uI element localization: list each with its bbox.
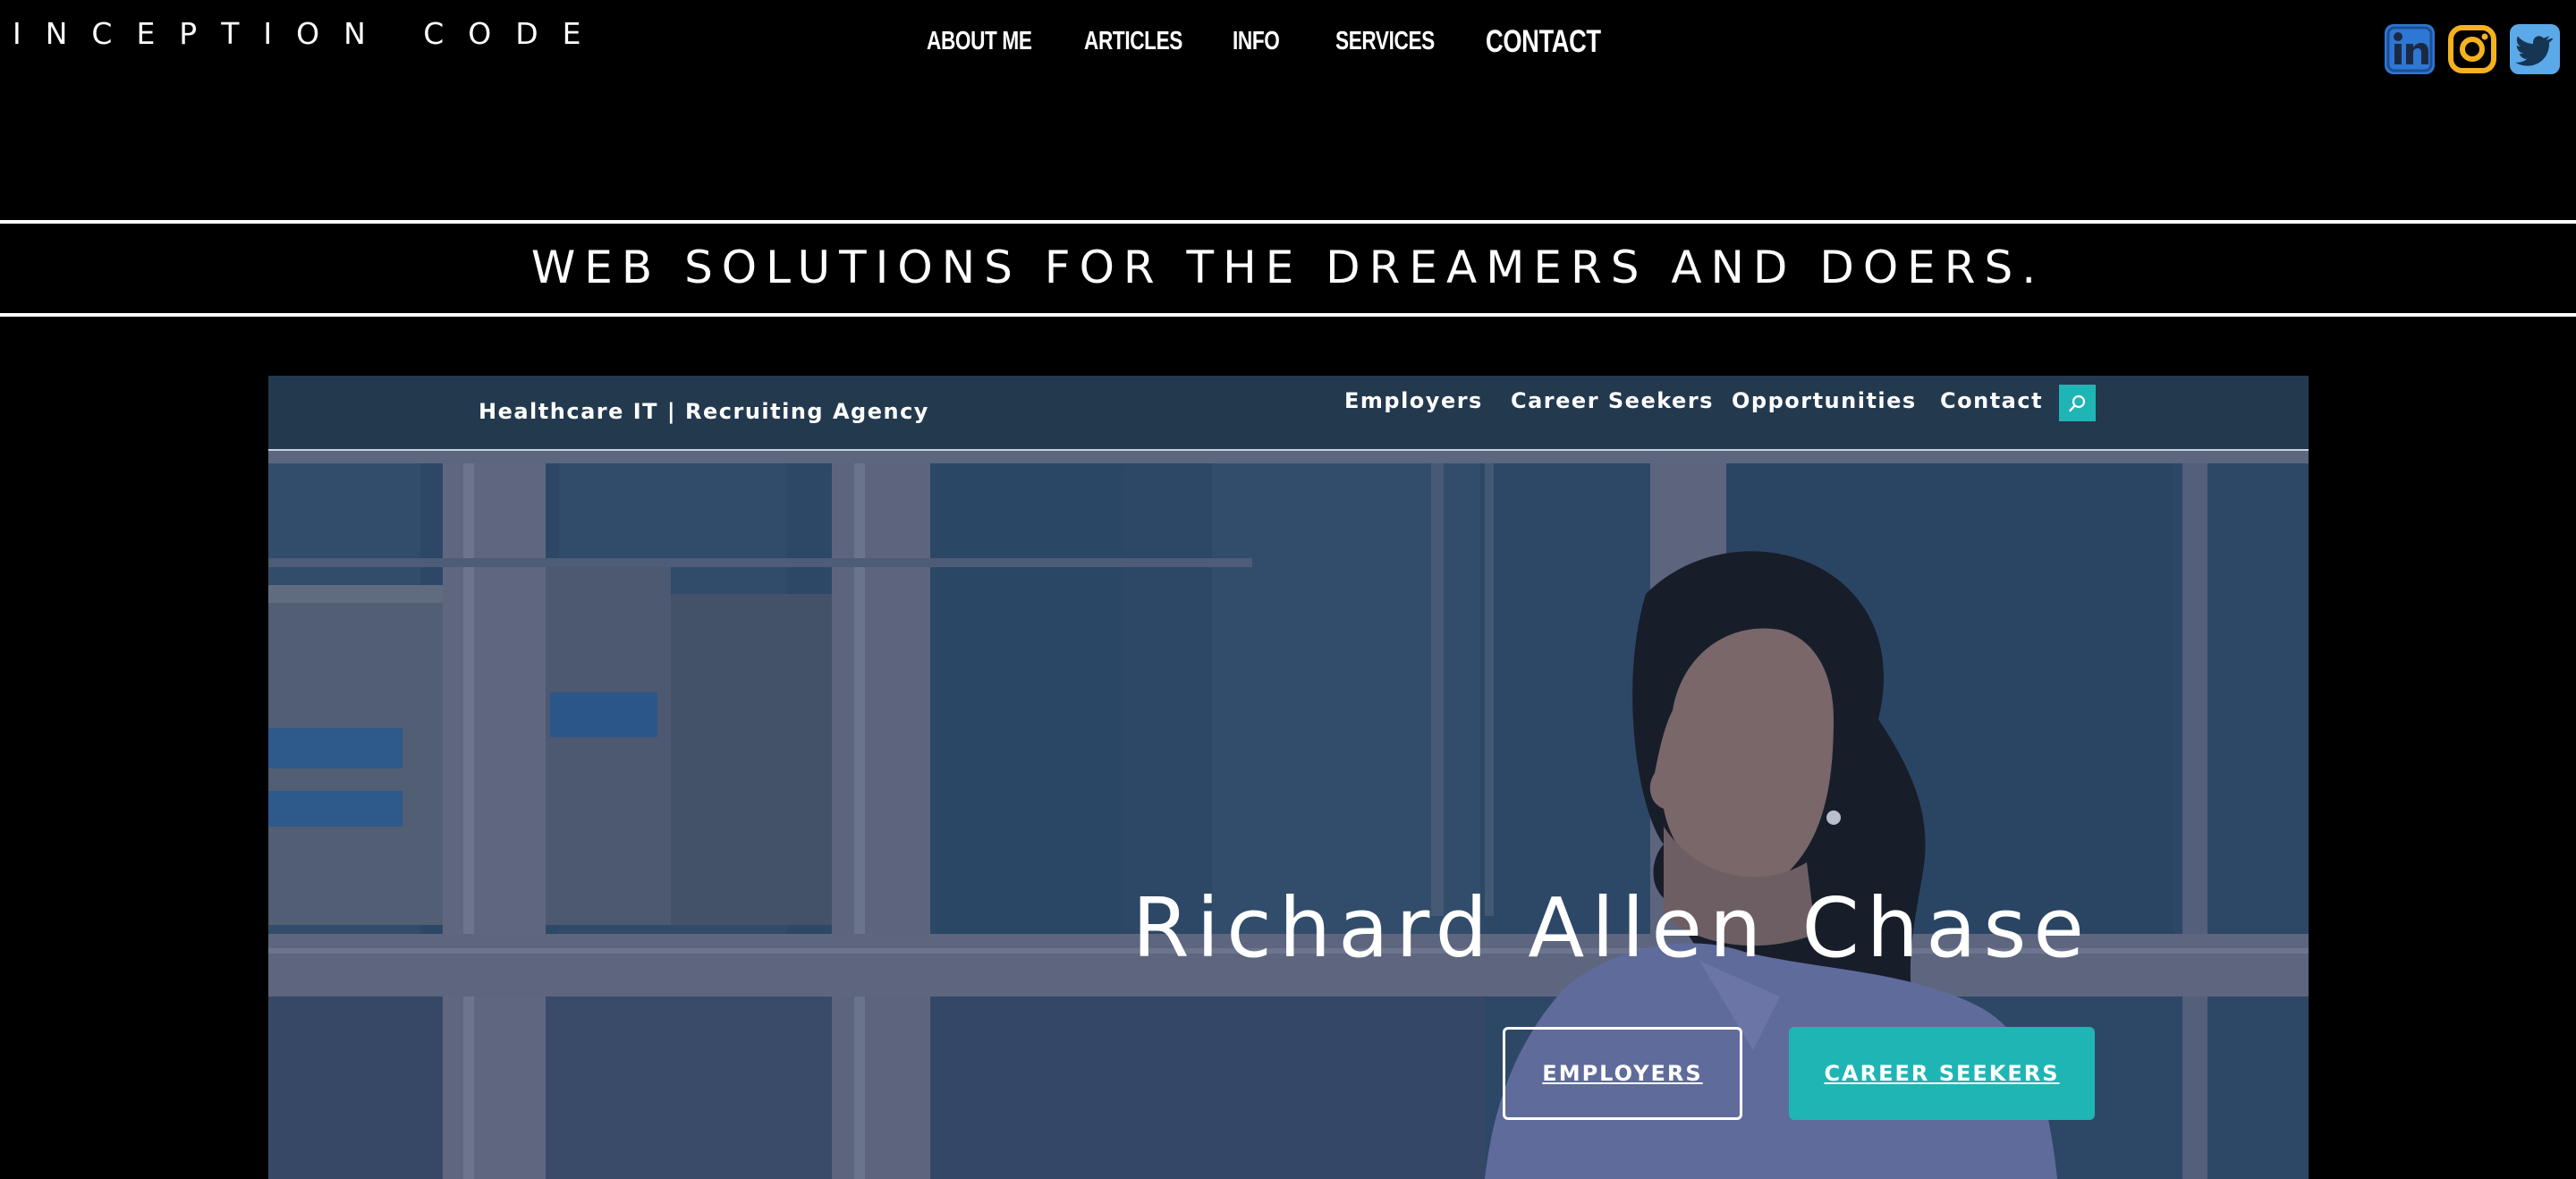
portfolio-page: INCEPTION CODE ABOUT ME ARTICLES INFO SE… bbox=[0, 0, 2576, 1179]
tagline-rule-top bbox=[0, 220, 2576, 224]
preview-nav-contact[interactable]: Contact bbox=[1940, 388, 2043, 413]
twitter-icon[interactable] bbox=[2510, 24, 2560, 74]
tagline-rule-bottom bbox=[0, 313, 2576, 317]
preview-header: Healthcare IT | Recruiting Agency Employ… bbox=[268, 376, 2309, 451]
career-seekers-button[interactable]: CAREER SEEKERS bbox=[1789, 1027, 2095, 1120]
instagram-icon[interactable] bbox=[2447, 24, 2497, 74]
nav-contact[interactable]: CONTACT bbox=[1486, 24, 1601, 60]
nav-info[interactable]: INFO bbox=[1233, 27, 1280, 56]
search-icon bbox=[2068, 394, 2085, 411]
hero-title: Richard Allen Chase bbox=[1131, 880, 2091, 976]
hero-section: Richard Allen Chase EMPLOYERS CAREER SEE… bbox=[268, 451, 2309, 1179]
employers-button[interactable]: EMPLOYERS bbox=[1503, 1027, 1742, 1120]
search-button[interactable] bbox=[2059, 385, 2096, 421]
nav-about-me[interactable]: ABOUT ME bbox=[927, 27, 1032, 56]
preview-nav-career-seekers[interactable]: Career Seekers bbox=[1511, 388, 1714, 413]
main-nav: ABOUT ME ARTICLES INFO SERVICES CONTACT bbox=[0, 24, 2576, 66]
nav-articles[interactable]: ARTICLES bbox=[1084, 27, 1182, 56]
linkedin-icon[interactable] bbox=[2385, 24, 2435, 74]
preview-nav-opportunities[interactable]: Opportunities bbox=[1732, 388, 1917, 413]
nav-services[interactable]: SERVICES bbox=[1335, 27, 1435, 56]
preview-nav-employers[interactable]: Employers bbox=[1344, 388, 1483, 413]
site-preview[interactable]: Healthcare IT | Recruiting Agency Employ… bbox=[268, 376, 2309, 1179]
preview-header-tagline: Healthcare IT | Recruiting Agency bbox=[479, 399, 929, 424]
site-tagline: WEB SOLUTIONS FOR THE DREAMERS AND DOERS… bbox=[530, 242, 2046, 293]
